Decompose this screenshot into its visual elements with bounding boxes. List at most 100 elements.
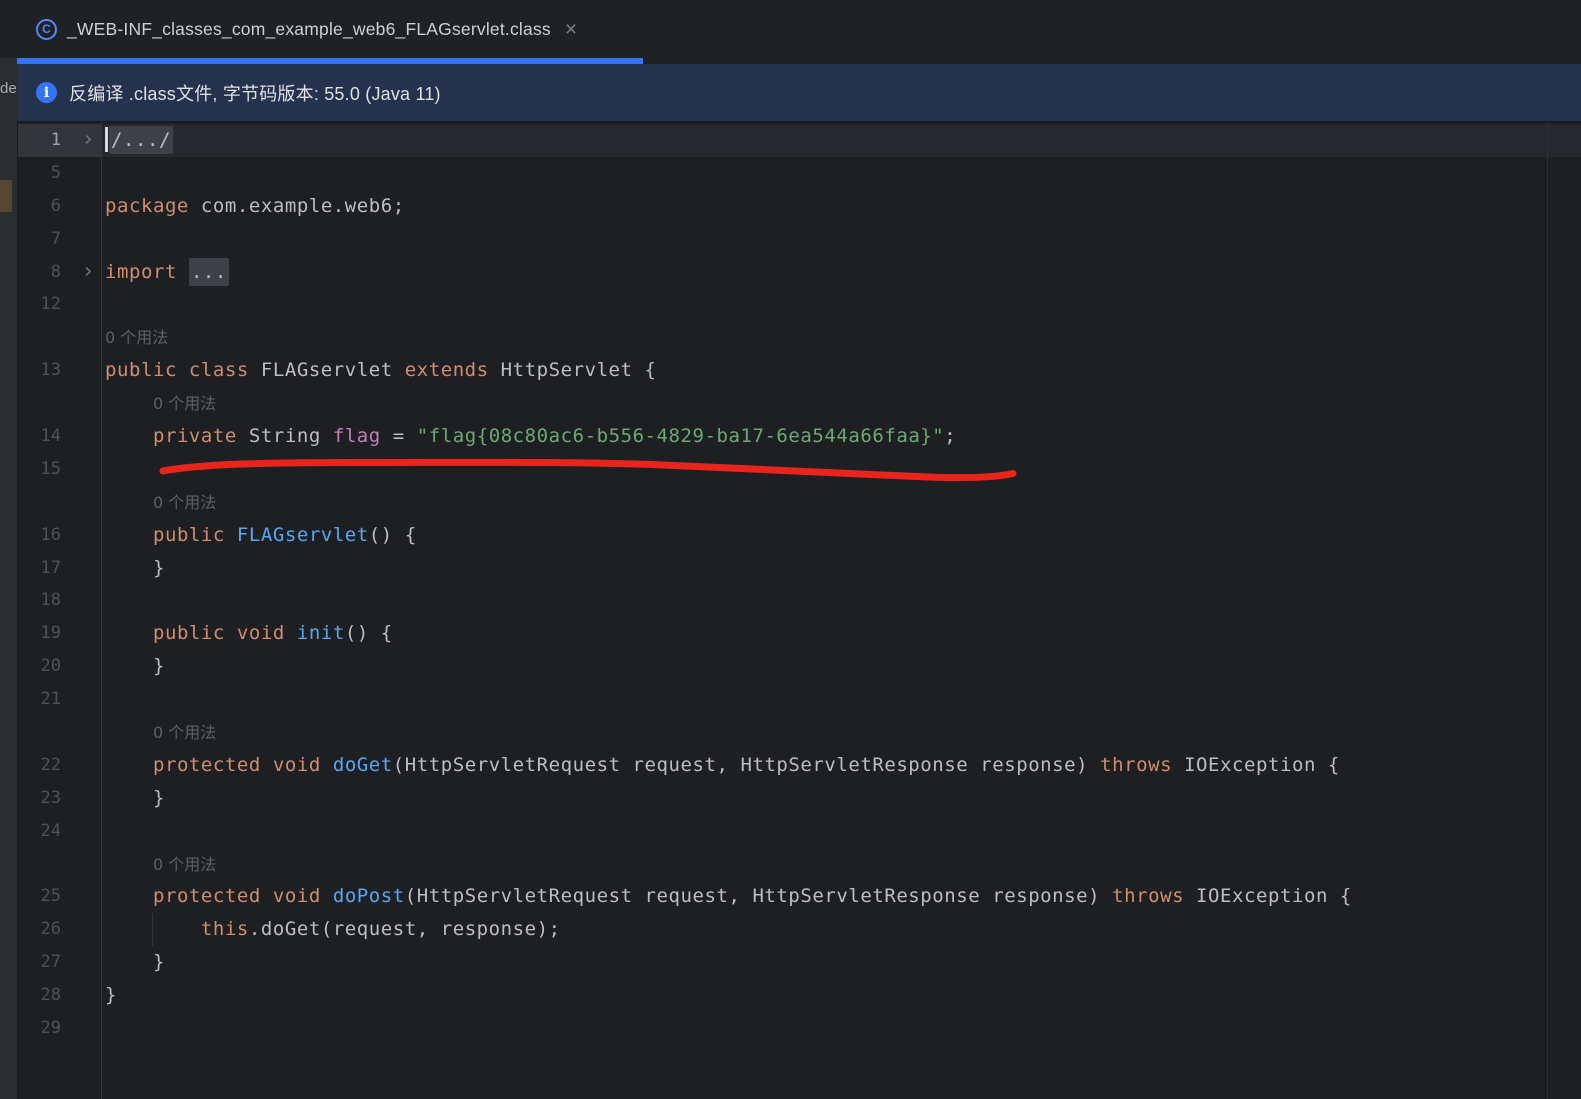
gutter-cell: 5	[17, 157, 101, 190]
code-token: String	[237, 425, 333, 447]
code-line: 0 个用法	[17, 716, 1581, 749]
line-number: 6	[17, 190, 61, 223]
gutter-cell: 16	[17, 519, 101, 552]
code-token: doPost	[333, 885, 405, 907]
line-number: 18	[17, 584, 61, 617]
code-line: 18	[17, 584, 1581, 617]
banner-text: 反编译 .class文件, 字节码版本: 55.0 (Java 11)	[69, 80, 441, 106]
code-line: 6 package com.example.web6;	[17, 190, 1581, 223]
line-number: 7	[17, 223, 61, 256]
usages-inlay-hint[interactable]: 0 个用法	[153, 493, 216, 512]
code-line: 1› /.../	[17, 124, 1581, 157]
code-line: 27 }	[17, 946, 1581, 979]
code-text: 0 个用法	[101, 486, 1581, 519]
line-number: 12	[17, 288, 61, 321]
code-token: (HttpServletRequest request, HttpServlet…	[393, 754, 1100, 776]
code-token: extends	[405, 359, 489, 381]
code-token: }	[105, 984, 117, 1006]
usages-inlay-hint[interactable]: 0 个用法	[153, 855, 216, 874]
folded-region[interactable]: ...	[189, 258, 229, 286]
code-token: (HttpServletRequest request, HttpServlet…	[405, 885, 1112, 907]
code-text: /.../	[101, 124, 1581, 157]
gutter-cell: 1›	[17, 124, 101, 157]
code-token: flag	[333, 425, 381, 447]
line-number: 16	[17, 519, 61, 552]
code-line: 17 }	[17, 552, 1581, 585]
gutter-cell: 7	[17, 223, 101, 256]
code-text	[101, 223, 1581, 256]
usages-inlay-hint[interactable]: 0 个用法	[153, 394, 216, 413]
line-number: 26	[17, 913, 61, 946]
gutter-cell: 17	[17, 552, 101, 585]
line-number: 20	[17, 650, 61, 683]
gutter-cell: 13	[17, 354, 101, 387]
gutter-cell: 20	[17, 650, 101, 683]
folded-region[interactable]: /.../	[109, 126, 173, 154]
code-line: 0 个用法	[17, 321, 1581, 354]
gutter-cell	[17, 716, 101, 749]
editor-tab-bar: C _WEB-INF_classes_com_example_web6_FLAG…	[0, 0, 1581, 58]
gutter-cell: 24	[17, 815, 101, 848]
code-text: package com.example.web6;	[101, 190, 1581, 223]
code-line: 0 个用法	[17, 848, 1581, 881]
gutter-cell: 21	[17, 683, 101, 716]
code-token	[321, 885, 333, 907]
code-token: public	[153, 524, 225, 546]
gutter-cell: 18	[17, 584, 101, 617]
code-token	[105, 885, 153, 907]
code-line: 0 个用法	[17, 387, 1581, 420]
indent-guide	[152, 913, 153, 946]
code-line: 21	[17, 683, 1581, 716]
code-token: protected void	[153, 885, 321, 907]
gutter-separator	[101, 122, 102, 1099]
code-token: doGet	[333, 754, 393, 776]
code-token	[285, 622, 297, 644]
code-token	[105, 524, 153, 546]
code-token: protected void	[153, 754, 321, 776]
code-text	[101, 157, 1581, 190]
ide-window: de C _WEB-INF_classes_com_example_web6_F…	[0, 0, 1581, 1099]
line-number: 19	[17, 617, 61, 650]
code-line: 28}	[17, 979, 1581, 1012]
code-text: public class FLAGservlet extends HttpSer…	[101, 354, 1581, 387]
code-text: }	[101, 946, 1581, 979]
line-number: 29	[17, 1012, 61, 1045]
code-text	[101, 453, 1581, 486]
code-text: import ...	[101, 256, 1581, 289]
code-token: IOException {	[1172, 754, 1340, 776]
code-token: .doGet(request, response);	[249, 918, 561, 940]
code-line: 26 this.doGet(request, response);	[17, 913, 1581, 946]
usages-inlay-hint[interactable]: 0 个用法	[105, 328, 168, 347]
tab-title: _WEB-INF_classes_com_example_web6_FLAGse…	[67, 19, 551, 40]
code-text: 0 个用法	[101, 848, 1581, 881]
tab-flagservlet-class[interactable]: C _WEB-INF_classes_com_example_web6_FLAG…	[17, 0, 643, 58]
code-token: () {	[369, 524, 417, 546]
code-line: 16 public FLAGservlet() {	[17, 519, 1581, 552]
decompile-notification-banner: i 反编译 .class文件, 字节码版本: 55.0 (Java 11)	[17, 64, 1581, 122]
fold-chevron-icon[interactable]: ›	[79, 256, 97, 289]
code-token: init	[297, 622, 345, 644]
gutter-cell	[17, 387, 101, 420]
line-number: 5	[17, 157, 61, 190]
fold-chevron-icon[interactable]: ›	[79, 124, 97, 157]
gutter-cell: 19	[17, 617, 101, 650]
code-text: public FLAGservlet() {	[101, 519, 1581, 552]
gutter-cell: 14	[17, 420, 101, 453]
gutter-cell: 23	[17, 782, 101, 815]
gutter-cell: 6	[17, 190, 101, 223]
code-text	[101, 815, 1581, 848]
tab-close-icon[interactable]: ×	[565, 19, 577, 40]
code-token: FLAGservlet	[237, 524, 369, 546]
code-line: 25 protected void doPost(HttpServletRequ…	[17, 880, 1581, 913]
code-token: }	[105, 787, 165, 809]
code-editor[interactable]: 1›/.../56package com.example.web6;78›imp…	[17, 122, 1581, 1099]
line-number: 8	[17, 256, 61, 289]
code-line: 15	[17, 453, 1581, 486]
code-line: 12	[17, 288, 1581, 321]
code-token	[105, 754, 153, 776]
code-text: }	[101, 979, 1581, 1012]
code-text: public void init() {	[101, 617, 1581, 650]
usages-inlay-hint[interactable]: 0 个用法	[153, 723, 216, 742]
code-token: }	[105, 951, 165, 973]
code-line: 5	[17, 157, 1581, 190]
